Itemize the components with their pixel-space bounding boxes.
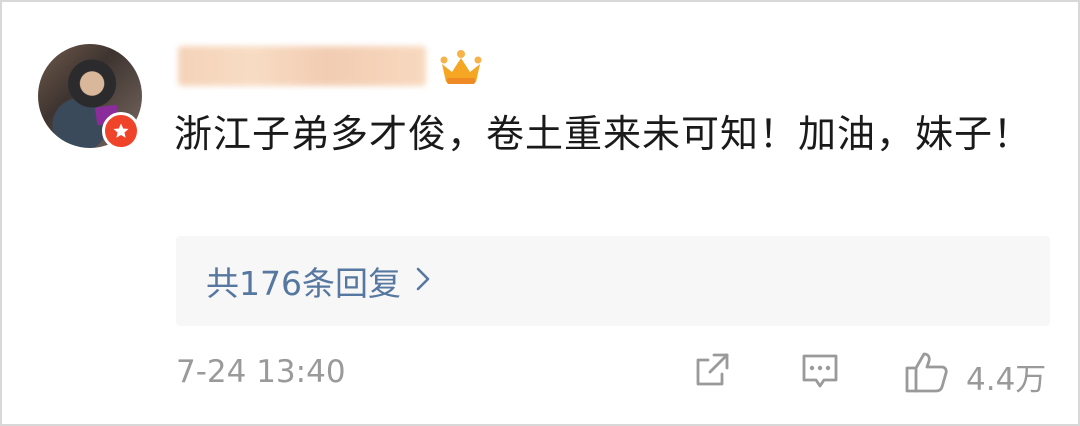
share-icon <box>696 353 729 386</box>
timestamp: 7-24 13:40 <box>176 354 346 390</box>
replies-label: 共176条回复 <box>206 264 401 303</box>
like-button[interactable] <box>904 350 950 398</box>
comment-text: 浙江子弟多才俊，卷土重来未可知！加油，妹子！ <box>174 112 1033 156</box>
share-button[interactable] <box>692 350 732 394</box>
chevron-right-icon <box>415 266 431 296</box>
crown-icon <box>438 48 484 92</box>
thumbs-up-icon <box>905 352 948 393</box>
star-badge-icon <box>102 112 140 150</box>
view-replies-button[interactable]: 共176条回复 <box>176 236 1050 326</box>
username-blurred[interactable] <box>178 46 426 86</box>
reply-button[interactable] <box>799 350 841 396</box>
like-count: 4.4万 <box>966 362 1047 398</box>
comment-icon <box>802 354 838 388</box>
